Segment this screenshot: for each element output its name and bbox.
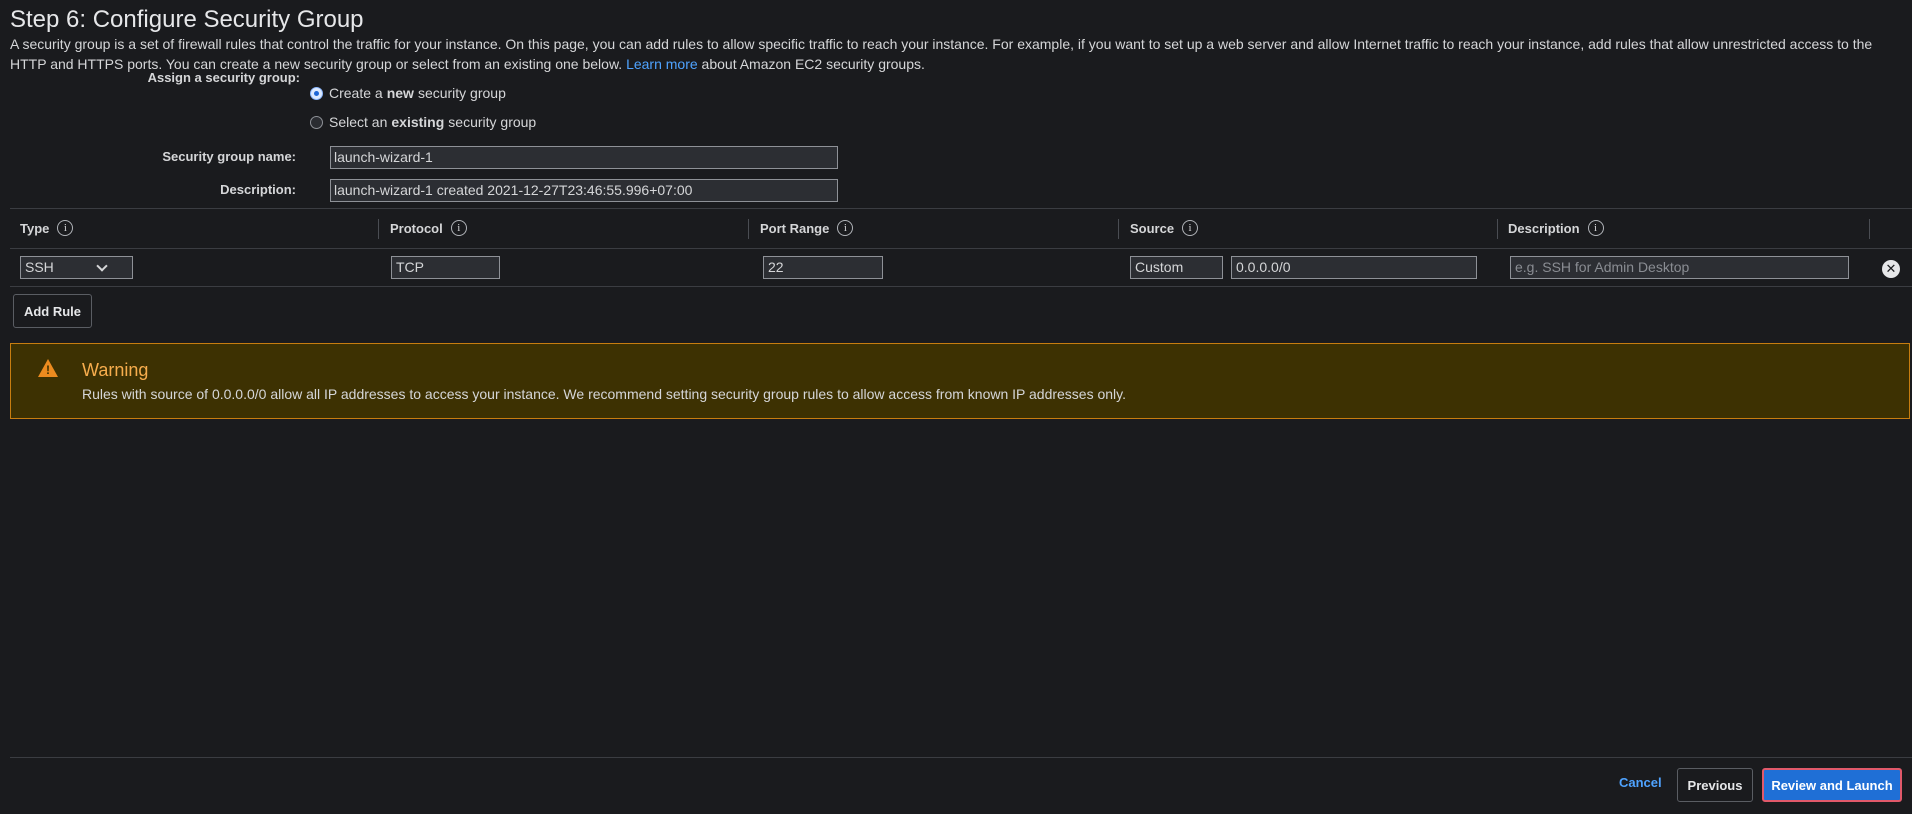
add-rule-button[interactable]: Add Rule: [13, 294, 92, 328]
description-input[interactable]: launch-wizard-1 created 2021-12-27T23:46…: [330, 179, 838, 202]
radio-select-existing[interactable]: Select an existing security group: [310, 114, 536, 130]
warning-alert: ! Warning Rules with source of 0.0.0.0/0…: [10, 343, 1910, 419]
rule-description-input[interactable]: e.g. SSH for Admin Desktop: [1510, 256, 1849, 279]
source-type-select[interactable]: Custom: [1130, 256, 1223, 279]
radio-select-existing-indicator[interactable]: [310, 115, 323, 129]
footer-divider: [10, 757, 1912, 758]
assign-label: Assign a security group:: [147, 70, 300, 85]
remove-rule-icon[interactable]: ✕: [1882, 260, 1900, 278]
radio-select-existing-label-bold: existing: [391, 114, 445, 130]
column-separator: [378, 219, 379, 239]
type-select[interactable]: SSH: [20, 256, 133, 279]
column-separator: [748, 219, 749, 239]
info-icon[interactable]: i: [1182, 220, 1199, 236]
description-label: Description:: [220, 182, 296, 197]
info-icon[interactable]: i: [450, 220, 467, 236]
intro-text: A security group is a set of firewall ru…: [10, 36, 1873, 72]
security-group-name-label: Security group name:: [162, 149, 296, 164]
table-row: SSH TCP 22 Custom 0.0.0.0/0 e.g. SSH for…: [10, 250, 1912, 287]
port-range-field: 22: [763, 256, 883, 279]
header-protocol: Protocol i: [390, 220, 467, 236]
header-description: Description i: [1508, 220, 1604, 236]
cancel-button[interactable]: Cancel: [1619, 775, 1662, 790]
chevron-down-icon: [96, 259, 108, 272]
radio-create-new[interactable]: Create a new security group: [310, 85, 506, 101]
column-separator: [1869, 219, 1870, 239]
radio-select-existing-label-post: security group: [448, 114, 537, 130]
radio-select-existing-label-pre: Select an: [329, 114, 388, 130]
header-source: Source i: [1130, 220, 1199, 236]
column-separator: [1497, 219, 1498, 239]
intro-suffix: about Amazon EC2 security groups.: [701, 56, 925, 72]
header-type: Type i: [20, 220, 74, 236]
header-port-range: Port Range i: [760, 220, 854, 236]
previous-button[interactable]: Previous: [1677, 768, 1753, 802]
intro-paragraph: A security group is a set of firewall ru…: [10, 34, 1900, 74]
column-separator: [1118, 219, 1119, 239]
rules-table-header: Type i Protocol i Port Range i Source i Desc…: [10, 209, 1912, 249]
type-select-value: SSH: [25, 259, 54, 275]
source-cidr-input[interactable]: 0.0.0.0/0: [1231, 256, 1477, 279]
info-icon[interactable]: i: [837, 220, 854, 236]
protocol-field: TCP: [391, 256, 500, 279]
security-group-name-input[interactable]: launch-wizard-1: [330, 146, 838, 169]
warning-title: Warning: [82, 360, 149, 380]
warning-icon: !: [38, 359, 58, 377]
radio-create-new-indicator[interactable]: [310, 86, 323, 100]
info-icon[interactable]: i: [57, 220, 74, 236]
radio-create-new-label-bold: new: [386, 85, 414, 101]
info-icon[interactable]: i: [1587, 220, 1604, 236]
learn-more-link[interactable]: Learn more: [626, 56, 698, 72]
warning-text: Rules with source of 0.0.0.0/0 allow all…: [82, 386, 1127, 402]
warning-icon-glyph: !: [46, 363, 50, 377]
radio-create-new-label-pre: Create a: [329, 85, 383, 101]
review-and-launch-button[interactable]: Review and Launch: [1762, 768, 1902, 802]
radio-create-new-label-post: security group: [417, 85, 506, 101]
page-title: Step 6: Configure Security Group: [10, 6, 364, 33]
